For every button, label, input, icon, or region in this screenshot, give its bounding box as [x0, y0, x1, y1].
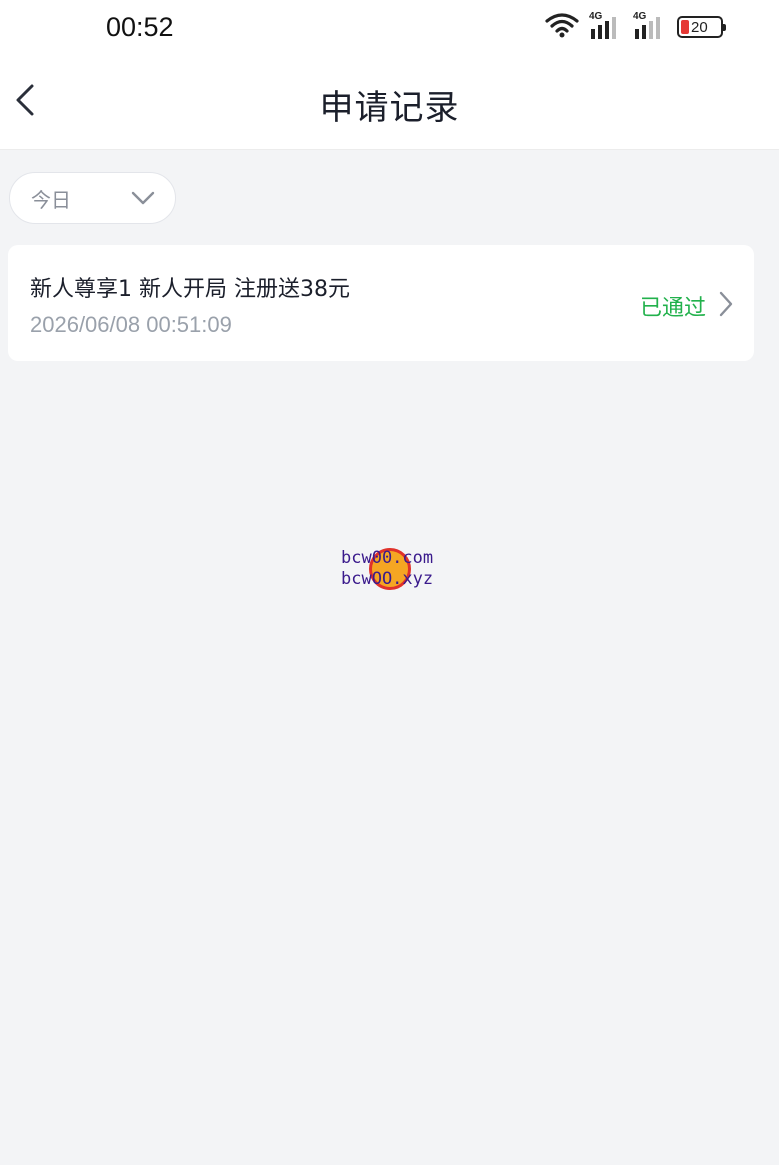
record-status-badge: 已通过 — [639, 296, 706, 321]
page-title: 申请记录 — [319, 88, 460, 128]
signal-4g-icon: 4G — [633, 11, 667, 41]
wifi-icon — [545, 12, 579, 42]
watermark-line-1: bcw00.com — [341, 548, 434, 568]
status-bar: 00:52 4G 4G 20 — [0, 0, 779, 56]
record-list-item[interactable]: 新人尊享1 新人开局 注册送38元 2026/06/08 00:51:09 已通… — [8, 245, 754, 361]
record-time: 2026/06/08 00:51:09 — [30, 312, 232, 337]
battery-icon: 20 — [677, 16, 726, 38]
chevron-right-icon — [718, 291, 734, 321]
watermark-line-2: bcwOO.xyz — [341, 569, 434, 589]
battery-fill — [681, 20, 689, 34]
chevron-down-icon — [131, 189, 155, 211]
signal-4g-icon: 4G — [589, 11, 623, 41]
status-time: 00:52 — [106, 12, 174, 42]
record-title: 新人尊享1 新人开局 注册送38元 — [30, 277, 350, 302]
date-filter-dropdown[interactable]: 今日 — [9, 172, 176, 224]
filter-selected-value: 今日 — [31, 187, 71, 212]
watermark: bcw00.com bcwOO.xyz — [341, 548, 451, 592]
battery-level: 20 — [691, 18, 708, 36]
header: 申请记录 — [0, 56, 779, 150]
status-icons: 4G 4G 20 — [545, 11, 726, 42]
